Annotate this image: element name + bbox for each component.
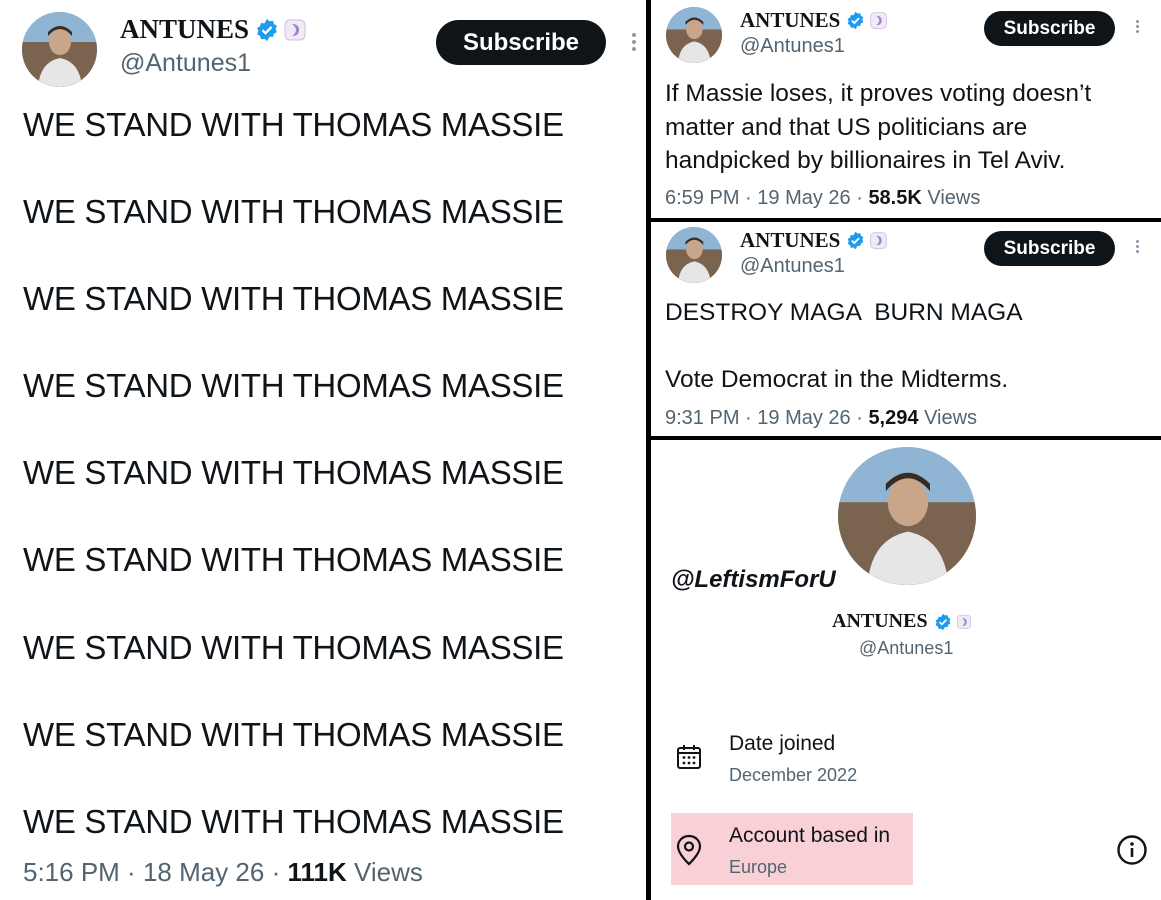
date-joined-row: Date joined December 2022 — [729, 732, 857, 786]
tweet-panel-three: ANTUNES @Antunes1 Subscribe DESTROY MAGA… — [651, 222, 1161, 436]
affiliate-badge-icon — [284, 19, 306, 40]
based-in-label: Account based in — [729, 824, 891, 847]
tweet-text-line: WE STAND WITH THOMAS MASSIE — [23, 367, 564, 404]
verified-badge-icon — [257, 18, 277, 41]
affiliate-badge-icon — [870, 12, 888, 29]
avatar-photo — [666, 7, 722, 63]
display-name-text: ANTUNES — [120, 14, 250, 44]
tweet-date[interactable]: 19 May 26 — [757, 407, 850, 429]
separator: · — [264, 857, 288, 887]
verified-badge-icon — [848, 11, 864, 30]
display-name-text: ANTUNES — [740, 8, 841, 32]
subscribe-button[interactable]: Subscribe — [984, 11, 1115, 46]
account-based-row: Account based in Europe — [729, 824, 890, 878]
tweet-date[interactable]: 18 May 26 — [143, 857, 264, 887]
profile-avatar[interactable] — [838, 447, 976, 585]
separator: · — [850, 407, 869, 429]
date-joined-value: December 2022 — [729, 765, 858, 785]
views-count: 111K — [287, 857, 347, 887]
tweet-text-line: matter and that US politicians are — [665, 113, 1028, 141]
calendar-icon — [677, 745, 701, 769]
display-name-text: ANTUNES — [740, 228, 841, 252]
more-options-icon[interactable] — [632, 30, 636, 54]
tweet-text-line: Vote Democrat in the Midterms. — [665, 366, 1009, 393]
watermark: @LeftismForU — [671, 566, 836, 593]
profile-handle[interactable]: @Antunes1 — [859, 638, 953, 659]
views-count: 5,294 — [868, 407, 919, 429]
avatar-photo — [838, 447, 976, 585]
avatar-photo — [22, 12, 97, 87]
views-label: Views — [353, 857, 423, 887]
tweet-text-line: WE STAND WITH THOMAS MASSIE — [23, 541, 564, 578]
tweet-panel-two: ANTUNES @Antunes1 Subscribe If Massie lo… — [651, 0, 1161, 218]
tweet-text-line: WE STAND WITH THOMAS MASSIE — [23, 193, 564, 230]
avatar[interactable] — [666, 227, 722, 283]
more-options-icon[interactable] — [1136, 18, 1139, 35]
separator: · — [739, 407, 758, 429]
location-pin-icon — [676, 834, 702, 866]
views-label: Views — [927, 187, 981, 209]
tweet-text-line: WE STAND WITH THOMAS MASSIE — [23, 629, 564, 666]
separator: · — [119, 857, 143, 887]
tweet-text-line: WE STAND WITH THOMAS MASSIE — [23, 106, 564, 143]
avatar-photo — [666, 227, 722, 283]
tweet-body: If Massie loses, it proves voting doesn’… — [665, 77, 1091, 178]
views-label: Views — [924, 407, 978, 429]
separator: · — [850, 187, 869, 209]
display-name-text: ANTUNES — [832, 610, 928, 632]
tweet-meta: 5:16 PM · 18 May 26 · 111K Views — [23, 857, 423, 888]
based-in-value: Europe — [729, 857, 788, 877]
display-name[interactable]: ANTUNES — [740, 228, 888, 253]
handle[interactable]: @Antunes1 — [740, 255, 845, 278]
subscribe-button[interactable]: Subscribe — [436, 20, 606, 65]
subscribe-button[interactable]: Subscribe — [984, 231, 1115, 266]
tweet-time[interactable]: 9:31 PM — [665, 407, 739, 429]
tweet-text-line: WE STAND WITH THOMAS MASSIE — [23, 803, 564, 840]
tweet-text-line: WE STAND WITH THOMAS MASSIE — [23, 716, 564, 753]
tweet-time[interactable]: 6:59 PM — [665, 187, 739, 209]
avatar[interactable] — [666, 7, 722, 63]
tweet-text-line: handpicked by billionaires in Tel Aviv. — [665, 147, 1066, 174]
tweet-text-line: DESTROY MAGA BURN MAGA — [665, 299, 1023, 326]
verified-badge-icon — [935, 613, 951, 630]
profile-display-name[interactable]: ANTUNES — [832, 610, 972, 633]
left-tweet: ANTUNES @Antunes1 Subscribe WE STAND WIT… — [0, 0, 646, 900]
tweet-meta: 9:31 PM · 19 May 26 · 5,294 Views — [665, 407, 977, 430]
views-count: 58.5K — [868, 187, 922, 209]
separator: · — [739, 187, 758, 209]
info-icon[interactable] — [1116, 834, 1148, 866]
tweet-time[interactable]: 5:16 PM — [23, 857, 120, 887]
verified-badge-icon — [848, 231, 864, 250]
more-options-icon[interactable] — [1136, 238, 1139, 255]
tweet-text-line: WE STAND WITH THOMAS MASSIE — [23, 454, 564, 491]
tweet-date[interactable]: 19 May 26 — [757, 187, 850, 209]
date-joined-label: Date joined — [729, 732, 836, 755]
tweet-meta: 6:59 PM · 19 May 26 · 58.5K Views — [665, 187, 980, 210]
affiliate-badge-icon — [870, 232, 888, 249]
handle[interactable]: @Antunes1 — [120, 49, 251, 78]
tweet-text-line: If Massie loses, it proves voting doesn’… — [665, 80, 1092, 107]
handle[interactable]: @Antunes1 — [740, 35, 845, 58]
tweet-text-line: WE STAND WITH THOMAS MASSIE — [23, 280, 564, 317]
affiliate-badge-icon — [956, 614, 971, 629]
avatar[interactable] — [22, 12, 97, 87]
display-name[interactable]: ANTUNES — [120, 14, 307, 45]
display-name[interactable]: ANTUNES — [740, 8, 888, 33]
